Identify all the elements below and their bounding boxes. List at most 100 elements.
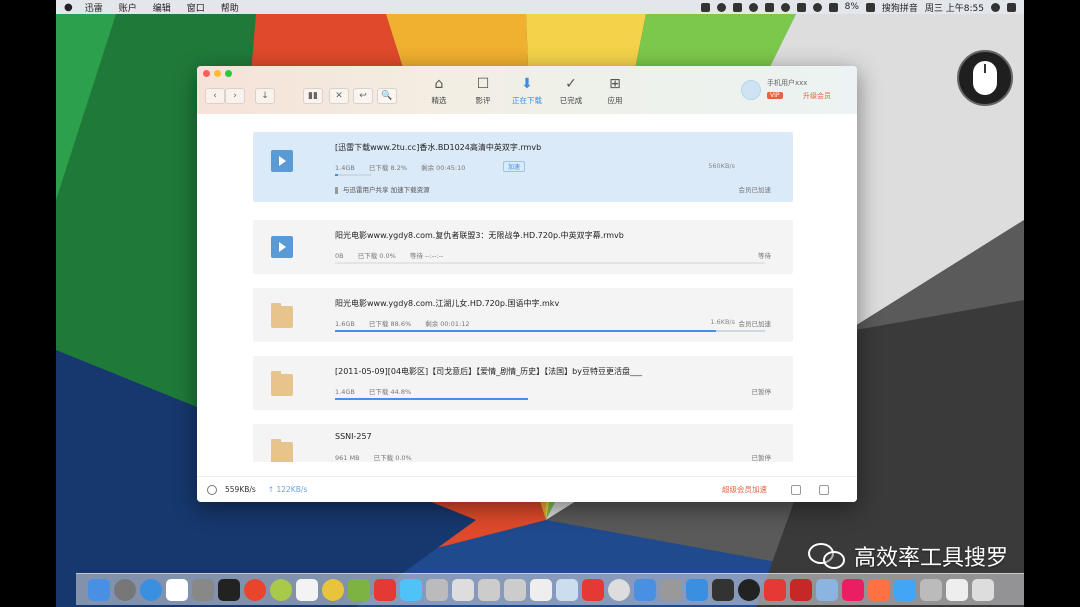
menubar-clock[interactable]: 周三 上午8:55	[925, 1, 984, 14]
qq-icon[interactable]	[738, 578, 760, 601]
app-icon[interactable]	[374, 578, 396, 601]
zoom-window-button[interactable]	[225, 70, 232, 77]
keyboard-icon[interactable]	[530, 578, 552, 601]
terminal-icon[interactable]	[218, 578, 240, 601]
tray-icon[interactable]	[748, 2, 758, 12]
battery-icon[interactable]	[865, 2, 875, 12]
preview-icon[interactable]	[816, 578, 838, 601]
search-button[interactable]: 🔍	[377, 88, 397, 104]
app-icon[interactable]	[660, 578, 682, 601]
wifi-icon[interactable]	[812, 2, 822, 12]
menu-edit[interactable]: 编辑	[153, 1, 171, 14]
input-method[interactable]: 搜狗拼音	[882, 1, 918, 14]
trash-icon[interactable]	[972, 578, 994, 601]
download-item[interactable]: 阳光电影www.ygdy8.com.江湖儿女.HD.720p.国语中字.mkv …	[253, 288, 793, 342]
file-meta: 961 MB 已下载 0.0%	[335, 452, 424, 462]
weibo-icon[interactable]	[244, 578, 266, 601]
battery-percent[interactable]: 8%	[845, 2, 859, 12]
tray-icon[interactable]	[796, 2, 806, 12]
tab-completed[interactable]: ✓ 已完成	[551, 76, 591, 110]
file-meta: 0B 已下载 0.0% 等待 --:--:--	[335, 250, 455, 260]
tray-icon[interactable]	[732, 2, 742, 12]
volume-icon[interactable]	[828, 2, 838, 12]
app-icon[interactable]	[582, 578, 604, 601]
menu-help[interactable]: 帮助	[221, 1, 239, 14]
forward-button[interactable]: ›	[225, 88, 245, 104]
tab-downloading[interactable]: ⬇ 正在下载	[507, 76, 547, 110]
download-status: 已下载 0.0%	[373, 454, 412, 462]
finder-icon[interactable]	[88, 578, 110, 601]
siri-icon[interactable]	[991, 2, 1000, 12]
back-button[interactable]: ‹	[205, 88, 225, 104]
app-icon[interactable]	[556, 578, 578, 601]
app-icon[interactable]	[790, 578, 812, 601]
new-download-button[interactable]: ↓	[255, 88, 275, 104]
app-icon[interactable]	[712, 578, 734, 601]
app-icon[interactable]	[842, 578, 864, 601]
download-item[interactable]: [2011-05-09][04电影区]【司戈意后】【爱情_剧情_历史】【法国】b…	[253, 356, 793, 410]
minimize-window-button[interactable]	[214, 70, 221, 77]
cursor-icon[interactable]	[452, 578, 474, 601]
download-item[interactable]: SSNI-257 961 MB 已下载 0.0% 已暂停	[253, 424, 793, 462]
menu-window[interactable]: 窗口	[187, 1, 205, 14]
mail-icon[interactable]	[894, 578, 916, 601]
android-icon[interactable]	[348, 578, 370, 601]
app-icon[interactable]	[504, 578, 526, 601]
app-icon[interactable]	[920, 578, 942, 601]
delete-button[interactable]: ✕	[329, 88, 349, 104]
typora-icon[interactable]	[296, 578, 318, 601]
speedup-tag[interactable]: 加速	[503, 161, 526, 172]
remaining-time: 剩余 00:45:10	[421, 164, 466, 172]
file-size: 1.4GB	[335, 164, 355, 172]
pause-button[interactable]: ▮▮	[303, 88, 323, 104]
refresh-icon[interactable]	[791, 484, 801, 495]
download-icon: ⬇	[521, 76, 533, 92]
tray-icon[interactable]	[716, 2, 726, 12]
status-bar: 559KB/s ↑ 122KB/s 超级会员加速	[197, 476, 857, 502]
app-icon[interactable]	[634, 578, 656, 601]
app-icon[interactable]	[270, 578, 292, 601]
app-icon[interactable]	[478, 578, 500, 601]
clock-icon[interactable]	[207, 484, 217, 495]
file-name: SSNI-257	[335, 432, 372, 441]
file-size: 0B	[335, 252, 344, 260]
close-window-button[interactable]	[203, 70, 210, 77]
app-icon[interactable]	[764, 578, 786, 601]
username[interactable]: 手机用户xxx	[767, 78, 807, 88]
download-item[interactable]: 阳光电影www.ygdy8.com.复仇者联盟3：无限战争.HD.720p.中英…	[253, 220, 793, 274]
app-icon[interactable]	[946, 578, 968, 601]
apple-menu-icon[interactable]: ●	[64, 2, 73, 13]
app-icon[interactable]	[400, 578, 422, 601]
tab-apps[interactable]: ⊞ 应用	[595, 76, 635, 110]
open-folder-button[interactable]: ↩	[353, 88, 373, 104]
menu-account[interactable]: 账户	[119, 1, 137, 14]
safari-icon[interactable]	[140, 578, 162, 601]
super-vip-speedup-link[interactable]: 超级会员加速	[722, 484, 767, 495]
download-item[interactable]: [迅雷下载www.2tu.cc]香水.BD1024高清中英双字.rmvb 1.4…	[253, 132, 793, 202]
pause-icon: ▮▮	[308, 91, 318, 101]
chrome-icon[interactable]	[322, 578, 344, 601]
system-preferences-icon[interactable]	[192, 578, 214, 601]
upgrade-link[interactable]: 升级会员	[803, 91, 831, 101]
calendar-icon[interactable]	[166, 578, 188, 601]
app-icon[interactable]	[686, 578, 708, 601]
progress-fill	[335, 330, 716, 332]
mouse-icon	[957, 50, 1013, 106]
tray-icon[interactable]	[780, 2, 790, 12]
app-icon[interactable]	[426, 578, 448, 601]
tab-featured[interactable]: ⌂ 精选	[419, 76, 459, 110]
vip-badge: VIP	[767, 92, 783, 99]
launchpad-icon[interactable]	[114, 578, 136, 601]
file-size: 1.4GB	[335, 388, 355, 396]
tray-icon[interactable]	[764, 2, 774, 12]
avatar[interactable]	[741, 80, 761, 100]
notification-center-icon[interactable]	[1007, 2, 1016, 12]
app-icon[interactable]	[608, 578, 630, 601]
progress-bar	[335, 398, 765, 400]
tray-icon[interactable]	[700, 2, 710, 12]
tab-reviews[interactable]: ☐ 影评	[463, 76, 503, 110]
app-icon[interactable]	[868, 578, 890, 601]
menu-thunder[interactable]: 迅雷	[85, 1, 103, 14]
user-account[interactable]: 手机用户xxx VIP 升级会员	[741, 76, 849, 108]
trash-icon[interactable]	[819, 484, 829, 495]
